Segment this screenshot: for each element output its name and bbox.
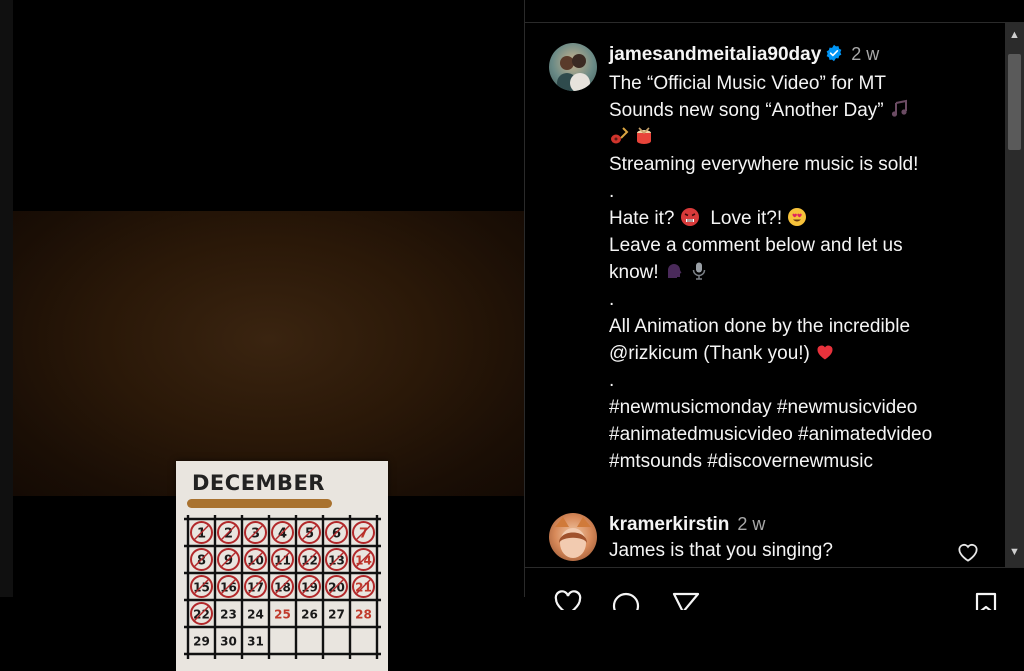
commenter-avatar[interactable] bbox=[549, 513, 597, 561]
post-media[interactable]: DECEMBER 1 2 3 4 5 6 7 8 9 10 11 12 13 14 15 16 17 18 19 20… bbox=[0, 0, 524, 671]
calendar-day-number: 24 bbox=[247, 608, 264, 622]
caption-line: @rizkicum (Thank you!) bbox=[609, 340, 989, 367]
red-heart-emoji-icon bbox=[817, 345, 833, 360]
caption-line bbox=[609, 124, 989, 151]
caption-hashtags[interactable]: #mtsounds #discovernewmusic bbox=[609, 448, 989, 475]
post-caption: The “Official Music Video” for MT Sounds… bbox=[609, 70, 989, 475]
video-frame[interactable]: DECEMBER 1 2 3 4 5 6 7 8 9 10 11 12 13 14 15 16 17 18 19 20… bbox=[13, 211, 524, 671]
calendar-day-number: 23 bbox=[220, 608, 237, 622]
scroll-up-arrow-icon[interactable]: ▲ bbox=[1005, 28, 1024, 42]
caption-line: Sounds new song “Another Day” bbox=[609, 97, 989, 124]
calendar-day-number: 26 bbox=[301, 608, 318, 622]
caption-line: Streaming everywhere music is sold! bbox=[609, 154, 919, 175]
comment-text: James is that you singing? bbox=[609, 540, 833, 561]
calendar-illustration: DECEMBER 1 2 3 4 5 6 7 8 9 10 11 12 13 14 15 16 17 18 19 20… bbox=[176, 461, 388, 671]
speaking-head-emoji-icon bbox=[667, 264, 682, 278]
commenter-username[interactable]: kramerkirstin bbox=[609, 514, 729, 535]
angry-face-emoji-icon bbox=[680, 208, 699, 226]
caption-line: The “Official Music Video” for MT bbox=[609, 73, 886, 94]
caption-line: . bbox=[609, 370, 615, 391]
calendar-day-number: 25 bbox=[274, 608, 291, 622]
media-edge bbox=[0, 0, 13, 597]
caption-line: All Animation done by the incredible bbox=[609, 316, 911, 337]
post-action-bar bbox=[525, 567, 1024, 610]
verified-badge-icon bbox=[826, 44, 842, 62]
calendar-day-number: 27 bbox=[328, 608, 345, 622]
caption-line: . bbox=[609, 289, 615, 310]
guitar-emoji-icon bbox=[611, 127, 629, 144]
bookmark-icon[interactable] bbox=[971, 590, 1001, 610]
comment-timestamp[interactable]: 2 w bbox=[737, 514, 765, 534]
scrollbar-thumb[interactable] bbox=[1008, 54, 1021, 150]
comment-icon[interactable] bbox=[611, 590, 641, 610]
caption-line: Hate it? Love it?! bbox=[609, 205, 989, 232]
author-avatar[interactable] bbox=[549, 43, 597, 91]
microphone-emoji-icon bbox=[692, 262, 706, 280]
calendar-day-number: 29 bbox=[193, 635, 210, 649]
comment-header: kramerkirstin 2 w bbox=[609, 514, 765, 536]
post-details: jamesandmeitalia90day 2 w The “Official M… bbox=[525, 23, 1005, 567]
caption-hashtags[interactable]: #newmusicmonday #newmusicvideo bbox=[609, 394, 989, 421]
heart-eyes-emoji-icon bbox=[788, 208, 807, 226]
calendar-day-number: 28 bbox=[355, 608, 372, 622]
caption-line: . bbox=[609, 181, 615, 202]
caption-line: Leave a comment below and let us bbox=[609, 235, 903, 256]
caption-hashtags[interactable]: #animatedmusicvideo #animatedvideo bbox=[609, 421, 989, 448]
calendar-title-underline bbox=[187, 499, 332, 508]
scroll-down-arrow-icon[interactable]: ▼ bbox=[1005, 545, 1024, 559]
calendar-day-number: 30 bbox=[220, 635, 237, 649]
post-header: jamesandmeitalia90day 2 w bbox=[609, 44, 879, 66]
post-top-bar bbox=[525, 0, 1005, 23]
calendar-grid: 1 2 3 4 5 6 78 9 10 11 12 13 1415 16 17 18 19 20 2122 23 24 2… bbox=[184, 515, 381, 659]
caption-line: know! bbox=[609, 259, 989, 286]
post-timestamp[interactable]: 2 w bbox=[851, 44, 879, 64]
author-username[interactable]: jamesandmeitalia90day bbox=[609, 44, 821, 65]
share-icon[interactable] bbox=[671, 590, 701, 610]
comment-heart-icon[interactable] bbox=[957, 542, 979, 562]
heart-icon[interactable] bbox=[553, 590, 583, 610]
music-notes-emoji-icon bbox=[891, 99, 907, 117]
calendar-month-title: DECEMBER bbox=[192, 471, 325, 495]
comments-scrollbar[interactable]: ▲ ▼ bbox=[1005, 22, 1024, 567]
drum-emoji-icon bbox=[637, 127, 652, 144]
calendar-day-number: 31 bbox=[247, 635, 264, 649]
